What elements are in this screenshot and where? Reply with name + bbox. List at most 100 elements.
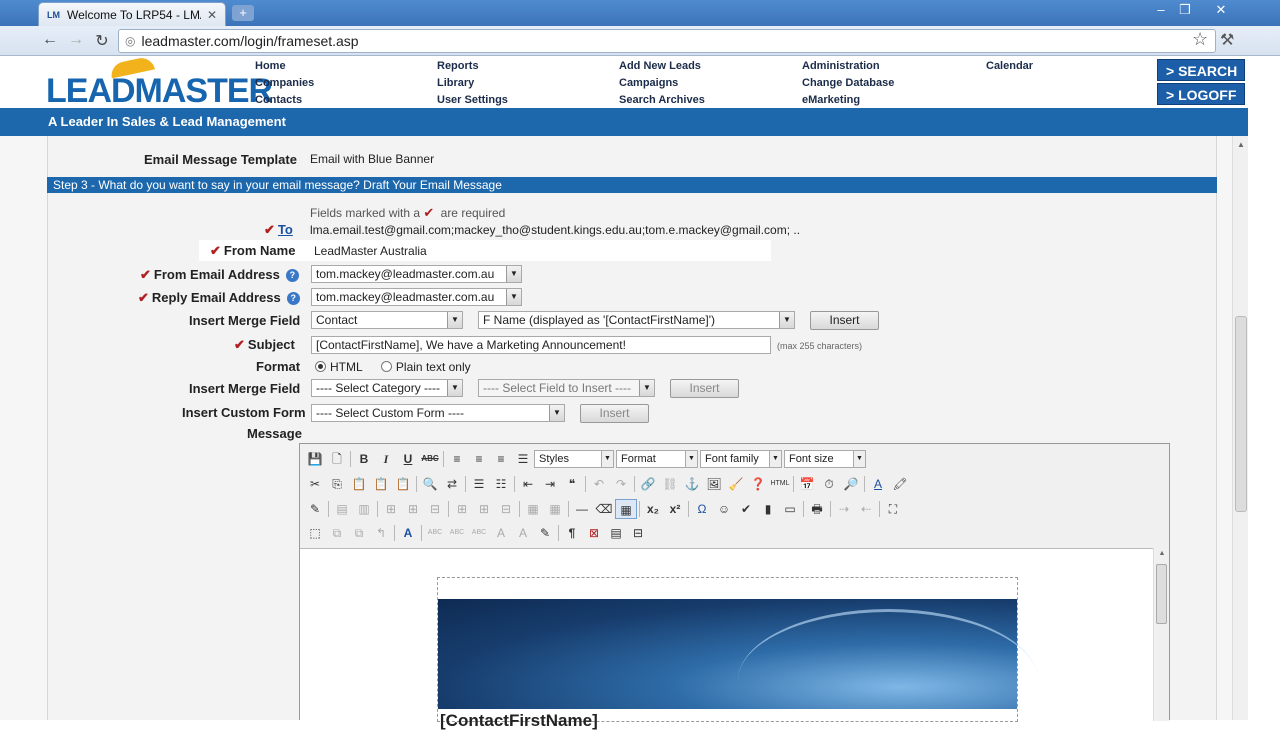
find-icon[interactable]: 🔍 <box>419 474 441 494</box>
address-bar[interactable]: ◎ leadmaster.com/login/frameset.asp <box>118 29 1216 53</box>
cleanup-icon[interactable]: 🧹 <box>725 474 747 494</box>
editor-content-area[interactable]: [ContactFirstName] <box>300 548 1153 730</box>
highlight-color-icon[interactable]: 🖍 <box>889 474 911 494</box>
cut-icon[interactable]: ✂ <box>304 474 326 494</box>
minimize-icon[interactable]: ‒ <box>1150 2 1172 17</box>
template-icon[interactable]: ▤ <box>605 523 627 543</box>
subscript-icon[interactable]: x₂ <box>642 499 664 519</box>
strikethrough-icon[interactable]: ABC <box>419 449 441 469</box>
editor-scrollbar-thumb[interactable] <box>1156 564 1167 624</box>
nav-contacts[interactable]: Contacts <box>255 94 314 107</box>
from-email-select[interactable]: tom.mackey@leadmaster.com.au ▼ <box>311 265 522 283</box>
new-document-icon[interactable]: 🗋 <box>326 449 348 469</box>
table-row-props-icon[interactable]: ▤ <box>331 499 353 519</box>
unlink-icon[interactable]: ⛓ <box>659 474 681 494</box>
insert-custom-form-button[interactable]: Insert <box>580 404 649 423</box>
nav-calendar[interactable]: Calendar <box>986 60 1033 73</box>
replace-icon[interactable]: ⇄ <box>441 474 463 494</box>
spellcheck-icon[interactable]: ✔ <box>735 499 757 519</box>
acronym-icon[interactable]: ABC <box>468 523 490 543</box>
delete-row-icon[interactable]: ⊟ <box>424 499 446 519</box>
move-forward-icon[interactable]: ⧉ <box>326 523 348 543</box>
attribs-icon[interactable]: ✎ <box>534 523 556 543</box>
edit-icon[interactable]: ✎ <box>304 499 326 519</box>
insert-layer-icon[interactable]: ⬚ <box>304 523 326 543</box>
redo-icon[interactable]: ↷ <box>610 474 632 494</box>
scroll-up-icon[interactable]: ▲ <box>1154 550 1170 557</box>
merge-cells-icon[interactable]: ▦ <box>544 499 566 519</box>
numbered-list-icon[interactable]: ☷ <box>490 474 512 494</box>
select-category[interactable]: ---- Select Category ---- ▼ <box>311 379 463 397</box>
radio-html[interactable] <box>315 361 326 372</box>
indent-icon[interactable]: ⇥ <box>539 474 561 494</box>
wrench-icon[interactable]: ⚒ <box>1220 30 1234 50</box>
pagebreak-icon[interactable]: ⊟ <box>627 523 649 543</box>
insert-time-icon[interactable]: ⏱ <box>818 474 840 494</box>
align-center-icon[interactable]: ≡ <box>468 449 490 469</box>
insert-merge-button[interactable]: Insert <box>810 311 879 330</box>
superscript-icon[interactable]: x² <box>664 499 686 519</box>
reload-icon[interactable]: ↻ <box>92 31 112 51</box>
reply-email-select[interactable]: tom.mackey@leadmaster.com.au ▼ <box>311 288 522 306</box>
align-right-icon[interactable]: ≡ <box>490 449 512 469</box>
link-icon[interactable]: 🔗 <box>637 474 659 494</box>
radio-plain-text[interactable] <box>380 361 392 372</box>
font-size-select[interactable]: Font size ▼ <box>784 450 866 468</box>
insert-col-after-icon[interactable]: ⊞ <box>473 499 495 519</box>
format-select[interactable]: Format ▼ <box>616 450 698 468</box>
table-cell-props-icon[interactable]: ▥ <box>353 499 375 519</box>
ins-icon[interactable]: A <box>512 523 534 543</box>
merge-source-select[interactable]: Contact ▼ <box>311 311 463 329</box>
visual-chars-icon[interactable]: ⊠ <box>583 523 605 543</box>
move-backward-icon[interactable]: ⧉ <box>348 523 370 543</box>
fullscreen-icon[interactable]: ⛶ <box>882 499 904 519</box>
styles-select[interactable]: Styles ▼ <box>534 450 614 468</box>
nav-home[interactable]: Home <box>255 60 314 73</box>
paste-icon[interactable]: 📋 <box>348 474 370 494</box>
anchor-icon[interactable]: ⚓ <box>681 474 703 494</box>
image-icon[interactable]: 🖼 <box>703 474 725 494</box>
leadmaster-logo[interactable]: LEADMASTER <box>46 72 273 111</box>
help-icon[interactable]: ? <box>285 269 299 282</box>
subject-input[interactable]: [ContactFirstName], We have a Marketing … <box>311 336 771 354</box>
italic-icon[interactable]: I <box>375 449 397 469</box>
remove-format-icon[interactable]: ⌫ <box>593 499 615 519</box>
forward-icon[interactable]: → <box>66 31 86 49</box>
scrollbar-thumb[interactable] <box>1235 316 1247 512</box>
nav-change-database[interactable]: Change Database <box>802 77 894 90</box>
nav-search-archives[interactable]: Search Archives <box>619 94 705 107</box>
styleprops-icon[interactable]: A <box>397 523 419 543</box>
split-cells-icon[interactable]: ▦ <box>522 499 544 519</box>
select-field-insert[interactable]: ---- Select Field to Insert ---- ▼ <box>478 379 655 397</box>
preview-icon[interactable]: 🔎 <box>840 474 862 494</box>
editor-scrollbar[interactable]: ▲ <box>1153 548 1169 721</box>
print-icon[interactable]: 🖶 <box>806 499 828 519</box>
insert-col-before-icon[interactable]: ⊞ <box>451 499 473 519</box>
nav-library[interactable]: Library <box>437 77 508 90</box>
new-tab-button[interactable]: + <box>232 5 254 21</box>
underline-icon[interactable]: U <box>397 449 419 469</box>
bookmark-star-icon[interactable]: ☆ <box>1192 29 1208 50</box>
nav-add-new-leads[interactable]: Add New Leads <box>619 60 705 73</box>
align-left-icon[interactable]: ≡ <box>446 449 468 469</box>
emoticon-icon[interactable]: ☺ <box>713 499 735 519</box>
undo-icon[interactable]: ↶ <box>588 474 610 494</box>
maximize-icon[interactable]: ❐ <box>1174 2 1196 18</box>
logoff-button[interactable]: > LOGOFF <box>1157 83 1245 105</box>
ltr-icon[interactable]: ⇢ <box>833 499 855 519</box>
cite-icon[interactable]: ABC <box>424 523 446 543</box>
copy-icon[interactable]: ⎘ <box>326 474 348 494</box>
bullet-list-icon[interactable]: ☰ <box>468 474 490 494</box>
insert-row-after-icon[interactable]: ⊞ <box>402 499 424 519</box>
text-color-icon[interactable]: A <box>867 474 889 494</box>
align-justify-icon[interactable]: ☰ <box>512 449 534 469</box>
close-tab-icon[interactable]: ✕ <box>207 8 217 22</box>
html-source-icon[interactable]: HTML <box>769 474 791 494</box>
insert-field-button[interactable]: Insert <box>670 379 739 398</box>
absolute-icon[interactable]: ↰ <box>370 523 392 543</box>
rtl-icon[interactable]: ⇠ <box>855 499 877 519</box>
page-break-icon[interactable]: ▭ <box>779 499 801 519</box>
nav-administration[interactable]: Administration <box>802 60 894 73</box>
close-window-icon[interactable]: ✕ <box>1210 2 1232 18</box>
nav-emarketing[interactable]: eMarketing <box>802 94 894 107</box>
